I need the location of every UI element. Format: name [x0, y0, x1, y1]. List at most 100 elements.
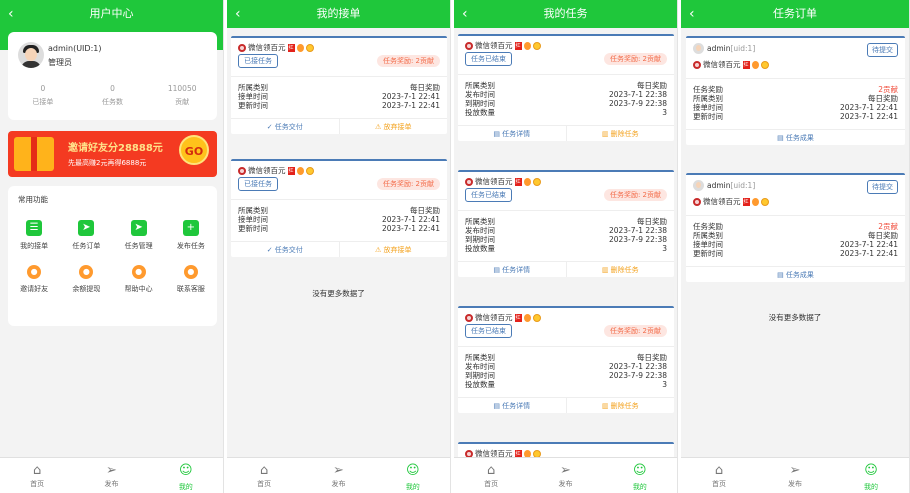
red-badge-icon: 红: [742, 60, 750, 69]
row-label: 任务奖励: [693, 85, 723, 94]
func-task-manage[interactable]: ➤ 任务管理: [113, 220, 165, 251]
fire-icon: [751, 60, 759, 69]
row-label: 到期时间: [465, 371, 495, 380]
stat-contribution[interactable]: 110050 贡献: [147, 84, 217, 107]
row-value: 2023-7-1 22:41: [839, 249, 898, 258]
tab-mine[interactable]: ☺ 我的: [376, 458, 450, 493]
stat-tasks[interactable]: 0 任务数: [78, 84, 148, 107]
detail-row: 到期时间 2023-7-9 22:38: [465, 235, 667, 244]
fire-icon: [523, 177, 531, 186]
tab-mine[interactable]: ☺ 我的: [603, 458, 677, 493]
deliver-task-button[interactable]: ✓ 任务交付: [231, 242, 339, 257]
task-title-text: 微信领百元: [475, 177, 513, 186]
task-dot-icon: [693, 197, 701, 206]
func-withdraw[interactable]: ● 余额提现: [60, 265, 112, 294]
row-value: 2023-7-9 22:38: [608, 99, 667, 108]
abandon-order-button[interactable]: ⚠ 放弃接单: [338, 242, 448, 257]
tab-publish[interactable]: ➢ 发布: [757, 458, 833, 493]
func-help[interactable]: ● 帮助中心: [113, 265, 165, 294]
task-result-button[interactable]: ▤ 任务成果: [686, 130, 905, 145]
invite-banner[interactable]: 邀请好友分28888元 先最高赚2元再得6888元 GO: [8, 131, 217, 177]
service-icon: ●: [183, 265, 198, 279]
send-icon: ➢: [333, 463, 344, 478]
submitter-uid: [uid:1]: [730, 181, 756, 190]
fire-icon: [523, 41, 531, 50]
abandon-order-button[interactable]: ⚠ 放弃接单: [338, 119, 448, 134]
go-button[interactable]: GO: [179, 135, 209, 165]
func-my-orders[interactable]: ☰ 我的接单: [8, 220, 60, 251]
avatar[interactable]: [18, 42, 44, 68]
detail-row: 投放数量 3: [465, 244, 667, 253]
delete-task-button[interactable]: ▥ 删除任务: [565, 398, 675, 413]
task-result-button[interactable]: ▤ 任务成果: [686, 267, 905, 282]
func-service[interactable]: ● 联系客服: [165, 265, 217, 294]
detail-row: 发布时间 2023-7-1 22:38: [465, 90, 667, 99]
task-detail-button[interactable]: ▤ 任务详情: [458, 262, 566, 277]
tab-publish[interactable]: ➢ 发布: [528, 458, 602, 493]
task-title[interactable]: 微信领百元红: [465, 40, 667, 51]
tab-home[interactable]: ⌂ 首页: [227, 458, 301, 493]
back-icon[interactable]: ‹: [235, 0, 241, 28]
delete-task-button[interactable]: ▥ 删除任务: [565, 126, 675, 141]
tab-home[interactable]: ⌂ 首页: [681, 458, 757, 493]
functions-grid: ☰ 我的接单 ➤ 任务订单 ➤ 任务管理 + 发布任务 ● 邀请好友 ● 余额提现 ● 帮助中…: [8, 220, 217, 294]
task-title[interactable]: 微信领百元红: [465, 312, 667, 323]
back-icon[interactable]: ‹: [8, 0, 14, 28]
detail-row: 接单时间 2023-7-1 22:41: [693, 240, 898, 249]
status-badge: 任务已结束: [465, 324, 512, 338]
tab-home[interactable]: ⌂ 首页: [0, 458, 74, 493]
back-icon[interactable]: ‹: [689, 0, 695, 28]
func-label: 联系客服: [176, 285, 205, 293]
header: ‹ 我的任务: [454, 0, 677, 28]
reward-badge: 任务奖励: 2贡献: [376, 178, 440, 190]
banner-subtitle: 先最高赚2元再得6888元: [68, 159, 147, 167]
tab-publish[interactable]: ➢ 发布: [74, 458, 148, 493]
task-title[interactable]: 微信领百元红: [238, 42, 440, 53]
delete-task-button[interactable]: ▥ 删除任务: [565, 262, 675, 277]
task-title[interactable]: 微信领百元红: [693, 59, 769, 70]
task-detail-button[interactable]: ▤ 任务详情: [458, 126, 566, 141]
pending-submit-button[interactable]: 待提交: [867, 43, 898, 57]
detail-row: 所属类别 每日奖励: [465, 353, 667, 362]
stat-accepted[interactable]: 0 已接单: [8, 84, 78, 107]
row-label: 到期时间: [465, 99, 495, 108]
func-label: 邀请好友: [20, 285, 49, 293]
task-card: 微信领百元红 任务已结束 任务奖励: 2贡献 所属类别 每日奖励 发布时间 2023…: [458, 306, 674, 413]
row-value: 2023-7-9 22:38: [608, 235, 667, 244]
row-value: 2023-7-9 22:38: [608, 371, 667, 380]
task-title[interactable]: 微信领百元红: [465, 176, 667, 187]
func-label: 发布任务: [176, 242, 205, 250]
tab-label: 首页: [257, 480, 272, 488]
func-invite[interactable]: ● 邀请好友: [8, 265, 60, 294]
detail-row: 接单时间 2023-7-1 22:41: [238, 215, 440, 224]
back-icon[interactable]: ‹: [462, 0, 468, 28]
stat-label: 任务数: [102, 98, 123, 106]
func-publish-task[interactable]: + 发布任务: [165, 220, 217, 251]
tab-mine[interactable]: ☺ 我的: [833, 458, 909, 493]
tab-label: 我的: [632, 483, 647, 491]
deliver-task-button[interactable]: ✓ 任务交付: [231, 119, 339, 134]
tab-home[interactable]: ⌂ 首页: [454, 458, 528, 493]
task-dot-icon: [465, 41, 473, 50]
row-value: 2023-7-1 22:41: [381, 224, 440, 233]
my-tasks-panel: ‹ 我的任务 微信领百元红 任务已结束 任务奖励: 2贡献 所属类别 每日奖励 发…: [454, 0, 678, 493]
banner-title: 邀请好友分28888元: [68, 143, 163, 154]
detail-row: 更新时间 2023-7-1 22:41: [693, 249, 898, 258]
row-label: 到期时间: [465, 235, 495, 244]
task-detail-button[interactable]: ▤ 任务详情: [458, 398, 566, 413]
pending-submit-button[interactable]: 待提交: [867, 180, 898, 194]
red-badge-icon: 红: [514, 177, 522, 186]
task-title[interactable]: 微信领百元红: [238, 165, 440, 176]
func-task-orders[interactable]: ➤ 任务订单: [60, 220, 112, 251]
task-title-text: 微信领百元: [703, 60, 741, 69]
submission-card: admin[uid:1] 待提交 微信领百元红 任务奖励 2贡献 所属类别 每日奖励…: [686, 173, 905, 282]
red-badge-icon: 红: [514, 41, 522, 50]
detail-row: 投放数量 3: [465, 380, 667, 389]
page-title: 我的接单: [316, 7, 361, 20]
task-title[interactable]: 微信领百元红: [693, 196, 769, 207]
row-value: 2023-7-1 22:41: [839, 112, 898, 121]
task-title-text: 微信领百元: [703, 197, 741, 206]
task-title-text: 微信领百元: [248, 43, 286, 52]
tab-mine[interactable]: ☺ 我的: [149, 458, 223, 493]
tab-publish[interactable]: ➢ 发布: [301, 458, 375, 493]
